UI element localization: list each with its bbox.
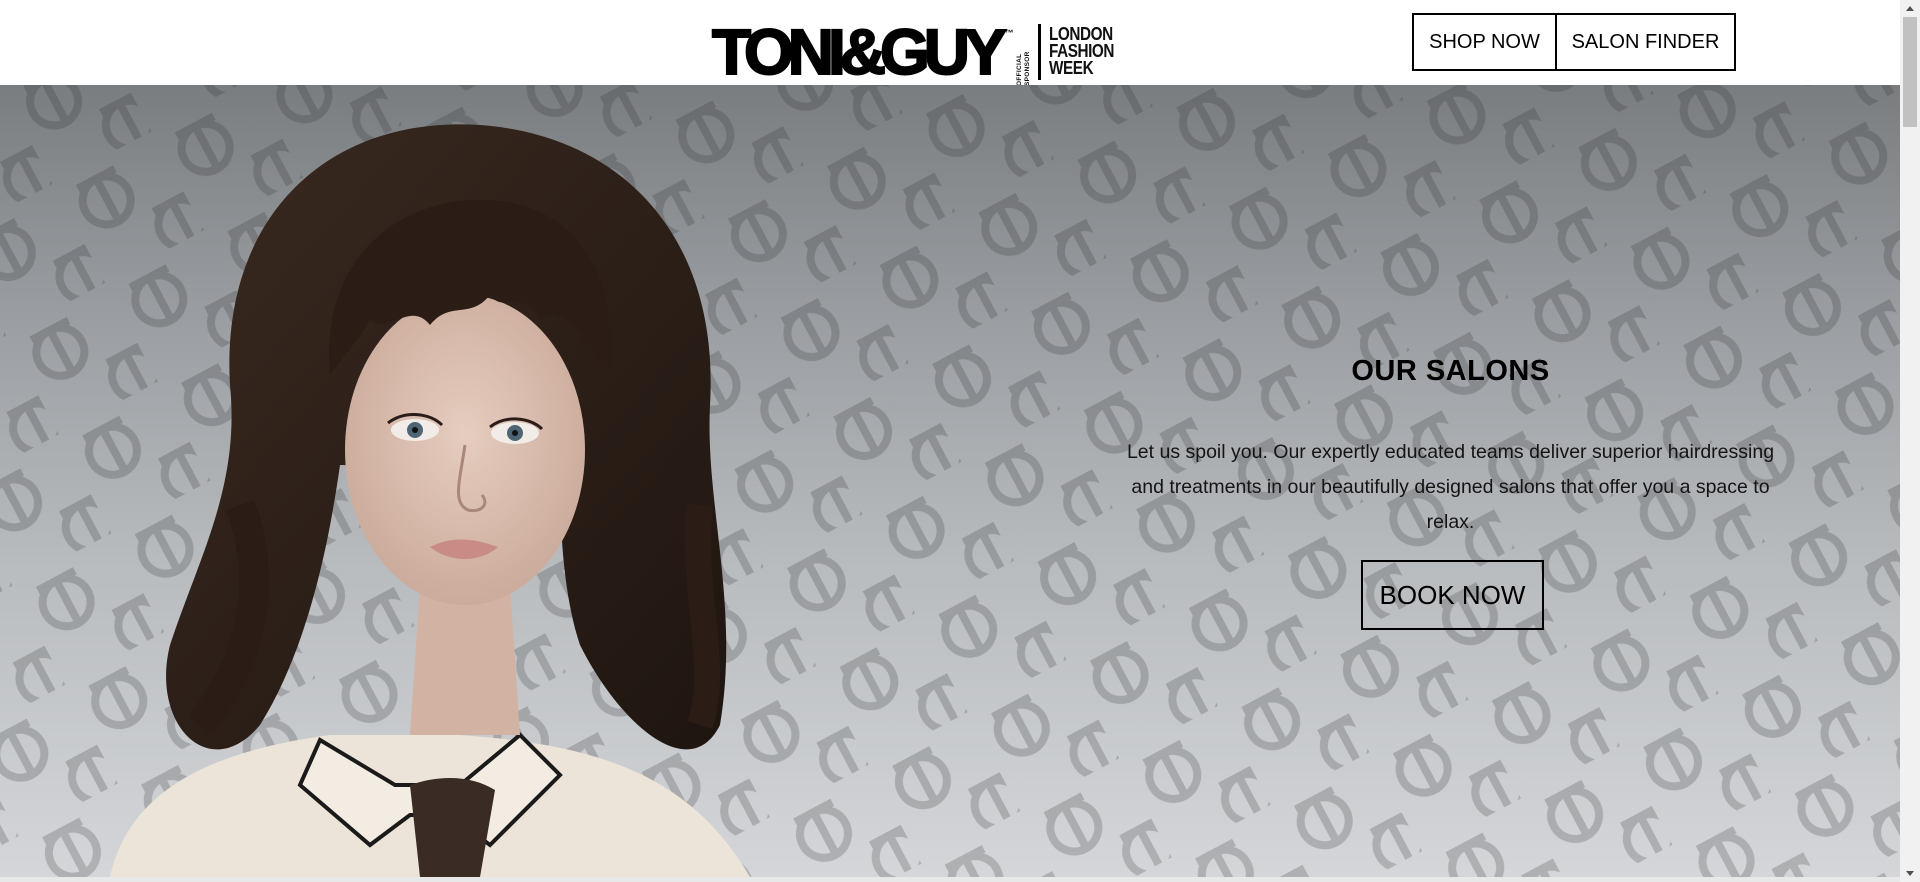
logo-divider (1037, 24, 1041, 80)
logo-event: LONDON FASHION WEEK (1048, 25, 1114, 78)
page-bottom-edge (0, 877, 1900, 882)
logo-sponsor-text: OFFICIAL SPONSOR (1015, 51, 1031, 86)
section-title: OUR SALONS (1351, 355, 1550, 387)
arrow-up-icon[interactable] (1900, 0, 1920, 17)
brand-logo[interactable]: TONI&GUY ™ OFFICIAL SPONSOR LONDON FASHI… (711, 16, 1125, 88)
site-header: TONI&GUY ™ OFFICIAL SPONSOR LONDON FASHI… (0, 0, 1900, 88)
salon-finder-button[interactable]: SALON FINDER (1555, 13, 1736, 71)
section-description: Let us spoil you. Our expertly educated … (1126, 441, 1775, 533)
header-nav: SHOP NOW SALON FINDER (1412, 13, 1736, 71)
page-scrollbar[interactable] (1900, 0, 1920, 882)
logo-wordmark: TONI&GUY (711, 16, 1008, 88)
hero-banner: OUR SALONS Let us spoil you. Our expertl… (0, 85, 1900, 877)
book-now-button[interactable]: BOOK NOW (1361, 560, 1544, 630)
logo-trademark: ™ (1004, 28, 1014, 38)
shop-now-button[interactable]: SHOP NOW (1412, 13, 1557, 71)
scrollbar-thumb[interactable] (1903, 17, 1917, 127)
arrow-down-icon[interactable] (1900, 865, 1920, 882)
logo-event-line: WEEK (1048, 58, 1094, 78)
model-photo (110, 124, 750, 877)
